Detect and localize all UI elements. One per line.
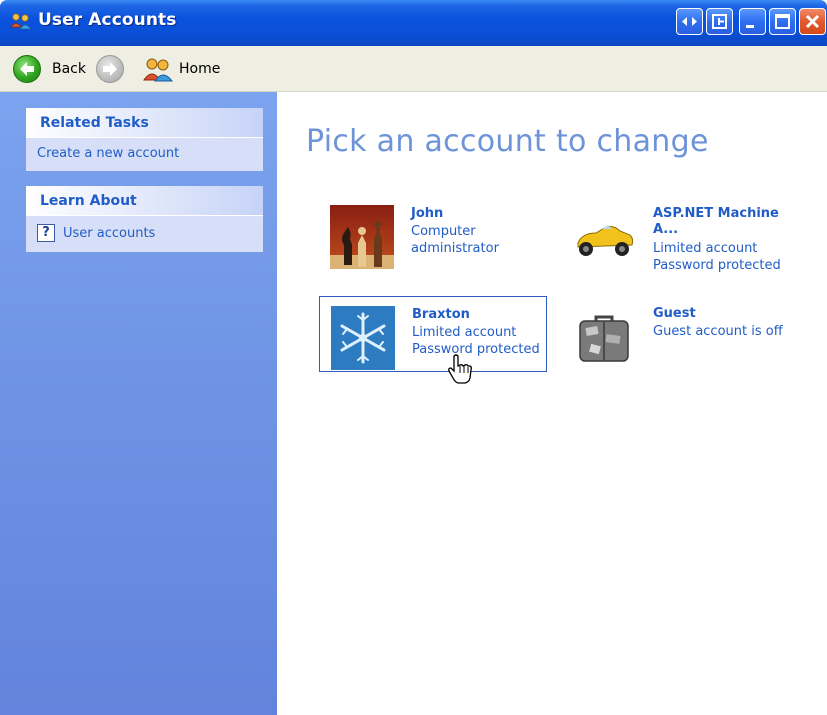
learn-about-title[interactable]: Learn About xyxy=(26,186,263,216)
account-aspnet-machine[interactable]: ASP.NET Machine A... Limited account Pas… xyxy=(561,196,789,273)
account-guest[interactable]: Guest Guest account is off xyxy=(561,296,789,372)
home-users-icon xyxy=(143,58,173,82)
switch-view-button[interactable] xyxy=(676,8,703,35)
account-password-status: Password protected xyxy=(653,258,781,273)
account-braxton[interactable]: Braxton Limited account Password protect… xyxy=(319,296,547,372)
snowflake-picture xyxy=(331,306,395,370)
home-button[interactable]: Home xyxy=(143,54,220,84)
window-title: User Accounts xyxy=(38,10,177,30)
back-arrow-icon xyxy=(13,55,41,83)
create-new-account-link[interactable]: Create a new account xyxy=(37,146,263,161)
minimize-button[interactable] xyxy=(739,8,766,35)
forward-arrow-icon xyxy=(96,55,124,83)
user-accounts-icon xyxy=(10,13,32,30)
hand-cursor-icon xyxy=(448,354,472,384)
restore-folder-icon xyxy=(712,14,727,29)
close-button[interactable] xyxy=(799,8,826,35)
race-car-picture xyxy=(572,205,636,269)
task-pane: Related Tasks Create a new account Learn… xyxy=(0,92,277,715)
account-status: Guest account is off xyxy=(653,324,783,339)
account-type-line2: administrator xyxy=(411,241,499,256)
back-label: Back xyxy=(52,61,86,77)
user-accounts-window: User Accounts Back Home Related Tasks Cr… xyxy=(0,0,827,715)
maximize-button[interactable] xyxy=(769,8,796,35)
switch-icon xyxy=(682,17,697,26)
related-tasks-panel: Related Tasks Create a new account xyxy=(26,108,263,171)
title-bar[interactable]: User Accounts xyxy=(0,0,827,46)
page-title: Pick an account to change xyxy=(306,124,709,159)
minimize-icon xyxy=(746,25,754,28)
navigation-toolbar: Back Home xyxy=(0,46,827,92)
account-name: ASP.NET Machine A... xyxy=(653,206,779,237)
account-type: Limited account xyxy=(653,241,758,256)
forward-button[interactable] xyxy=(96,54,124,84)
account-name: John xyxy=(411,206,444,221)
account-type: Limited account xyxy=(412,325,517,340)
suitcase-picture xyxy=(572,305,636,369)
learn-about-panel: Learn About ? User accounts xyxy=(26,186,263,252)
main-content: Pick an account to change John Computer … xyxy=(277,92,827,715)
account-name: Braxton xyxy=(412,307,470,322)
close-icon xyxy=(805,14,820,29)
account-type: Computer xyxy=(411,224,476,239)
chess-pieces-picture xyxy=(330,205,394,269)
user-accounts-help-label: User accounts xyxy=(63,225,156,241)
maximize-icon xyxy=(775,14,790,29)
account-john[interactable]: John Computer administrator xyxy=(319,196,547,272)
back-button[interactable]: Back xyxy=(13,54,86,84)
user-accounts-help-link[interactable]: ? User accounts xyxy=(37,224,263,242)
account-password-status: Password protected xyxy=(412,342,540,357)
help-icon: ? xyxy=(37,224,55,242)
account-name: Guest xyxy=(653,306,696,321)
home-label: Home xyxy=(179,61,221,77)
folder-view-button[interactable] xyxy=(706,8,733,35)
related-tasks-title[interactable]: Related Tasks xyxy=(26,108,263,138)
